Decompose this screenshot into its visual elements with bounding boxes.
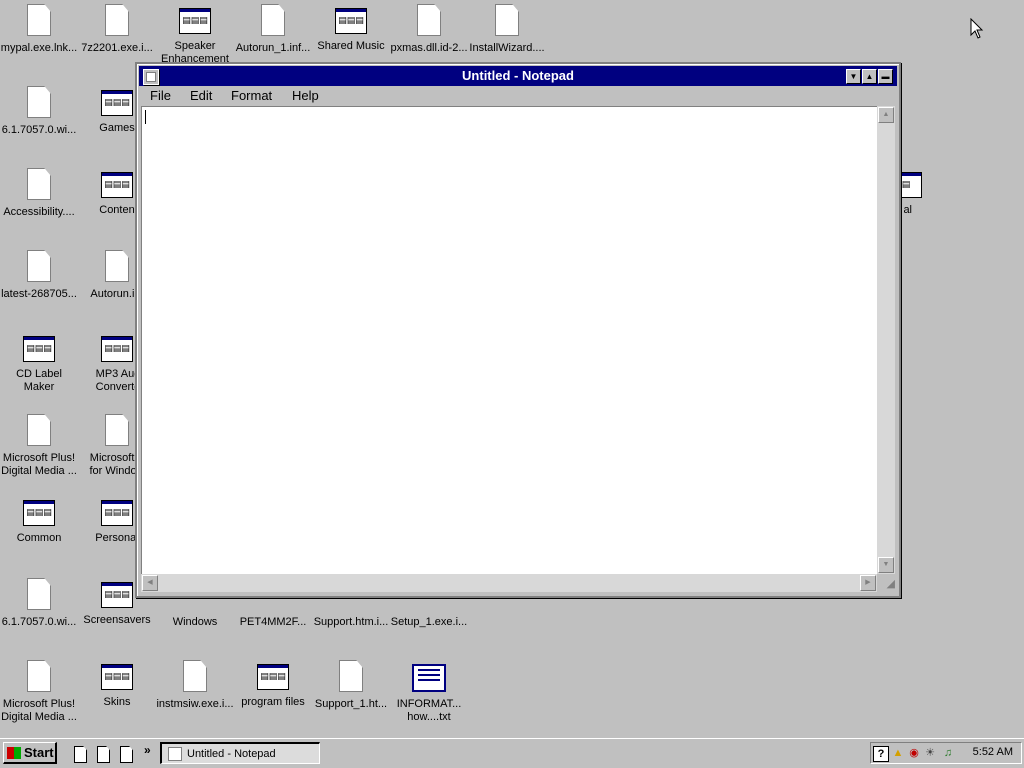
- document-icon: [105, 250, 129, 282]
- application-icon: ▤▤▤: [101, 500, 133, 526]
- taskbar: Start » Untitled - Notepad ? ▲ ◉ ☀ ♫ 5:5…: [0, 738, 1024, 768]
- start-button[interactable]: Start: [3, 742, 57, 764]
- desktop-icon-autorun-1[interactable]: Autorun_1.inf...: [234, 4, 312, 55]
- desktop-icon-mypal[interactable]: mypal.exe.lnk...: [0, 4, 78, 55]
- scroll-down-button[interactable]: ▼: [878, 557, 894, 573]
- security-icon[interactable]: ◉: [907, 746, 921, 760]
- desktop-icon-cd-label-maker[interactable]: ▤▤▤ CD Label Maker: [0, 332, 78, 394]
- taskbar-button-notepad[interactable]: Untitled - Notepad: [160, 742, 320, 764]
- horizontal-scrollbar[interactable]: ◀ ▶: [141, 574, 877, 592]
- application-icon: ▤▤▤: [101, 172, 133, 198]
- dropdown-button[interactable]: ▼: [846, 69, 861, 84]
- desktop-icon-accessibility[interactable]: Accessibility....: [0, 168, 78, 219]
- application-icon: ▤▤▤: [101, 582, 133, 608]
- document-icon: [27, 660, 51, 692]
- shield-icon[interactable]: ▲: [891, 746, 905, 760]
- windows-logo-icon: [7, 746, 21, 759]
- scroll-right-button[interactable]: ▶: [860, 575, 876, 591]
- menu-file[interactable]: File: [147, 88, 174, 103]
- document-icon: [105, 414, 129, 446]
- document-icon: [27, 4, 51, 36]
- desktop-icon-pxmas[interactable]: pxmas.dll.id-2...: [390, 4, 468, 55]
- vertical-scrollbar[interactable]: ▲ ▼: [877, 106, 895, 574]
- desktop-icon-information-txt[interactable]: INFORMAT... how....txt: [390, 660, 468, 724]
- desktop-icon-program-files[interactable]: ▤▤▤ program files: [234, 660, 312, 709]
- help-icon[interactable]: ?: [873, 746, 889, 762]
- desktop-icon-latest[interactable]: latest-268705...: [0, 250, 78, 301]
- desktop-icon-6-1-7057-b[interactable]: 6.1.7057.0.wi...: [0, 578, 78, 629]
- menu-format[interactable]: Format: [228, 88, 275, 103]
- application-icon: ▤▤▤: [23, 336, 55, 362]
- network-icon[interactable]: ☀: [923, 746, 937, 760]
- volume-icon[interactable]: ♫: [941, 746, 955, 760]
- document-icon: [27, 168, 51, 200]
- document-icon: [27, 86, 51, 118]
- menu-help[interactable]: Help: [289, 88, 322, 103]
- application-icon: ▤▤▤: [101, 664, 133, 690]
- start-label: Start: [24, 745, 54, 760]
- document-icon: [27, 250, 51, 282]
- document-icon: [339, 660, 363, 692]
- desktop-icon-shared-music[interactable]: ▤▤▤ Shared Music: [312, 4, 390, 53]
- minimize-button[interactable]: ▬: [878, 69, 893, 84]
- document-icon: [417, 4, 441, 36]
- desktop-icon-7z2201[interactable]: 7z2201.exe.i...: [78, 4, 156, 55]
- maximize-button[interactable]: ▲: [862, 69, 877, 84]
- notepad-icon: [168, 746, 182, 761]
- quick-launch-document-icon[interactable]: [74, 746, 87, 763]
- title-bar[interactable]: Untitled - Notepad ▼ ▲ ▬: [139, 66, 897, 86]
- mouse-cursor-icon: [970, 18, 984, 39]
- desktop-icon-6-1-7057-a[interactable]: 6.1.7057.0.wi...: [0, 86, 78, 137]
- quick-launch-chevron[interactable]: »: [144, 743, 151, 757]
- desktop-icon-ms-plus-digital-media-a[interactable]: Microsoft Plus! Digital Media ...: [0, 414, 78, 478]
- desktop-icon-speaker-enhancement[interactable]: ▤▤▤ Speaker Enhancement: [156, 4, 234, 66]
- menu-edit[interactable]: Edit: [187, 88, 215, 103]
- application-icon: ▤▤▤: [257, 664, 289, 690]
- quick-launch-document-icon[interactable]: [120, 746, 133, 763]
- application-icon: ▤▤▤: [23, 500, 55, 526]
- application-icon: ▤▤▤: [101, 336, 133, 362]
- desktop-icon-installwizard[interactable]: InstallWizard....: [468, 4, 546, 55]
- text-file-icon: [412, 664, 446, 692]
- scroll-left-button[interactable]: ◀: [142, 575, 158, 591]
- document-icon: [495, 4, 519, 36]
- system-tray: ? ▲ ◉ ☀ ♫ 5:52 AM: [870, 742, 1022, 764]
- application-icon: ▤▤▤: [179, 8, 211, 34]
- resize-grip[interactable]: ◢: [877, 574, 895, 592]
- window-title: Untitled - Notepad: [462, 68, 574, 83]
- document-icon: [261, 4, 285, 36]
- text-edit-area[interactable]: [141, 106, 877, 574]
- menu-bar: File Edit Format Help: [139, 86, 897, 106]
- document-icon: [27, 414, 51, 446]
- text-caret: [145, 110, 146, 124]
- desktop-icon-common[interactable]: ▤▤▤ Common: [0, 496, 78, 545]
- desktop-icon-instmsiw[interactable]: instmsiw.exe.i...: [156, 660, 234, 711]
- document-icon: [105, 4, 129, 36]
- document-icon: [183, 660, 207, 692]
- quick-launch-document-icon[interactable]: [97, 746, 110, 763]
- desktop-icon-support-1[interactable]: Support_1.ht...: [312, 660, 390, 711]
- taskbar-button-label: Untitled - Notepad: [187, 747, 276, 760]
- desktop-icon-skins[interactable]: ▤▤▤ Skins: [78, 660, 156, 709]
- scroll-up-button[interactable]: ▲: [878, 107, 894, 123]
- clock[interactable]: 5:52 AM: [973, 746, 1013, 758]
- application-icon: ▤▤▤: [101, 90, 133, 116]
- notepad-window[interactable]: Untitled - Notepad ▼ ▲ ▬ File Edit Forma…: [135, 62, 901, 598]
- desktop-icon-ms-plus-digital-media-b[interactable]: Microsoft Plus! Digital Media ...: [0, 660, 78, 724]
- application-icon: ▤▤▤: [335, 8, 367, 34]
- document-icon: [27, 578, 51, 610]
